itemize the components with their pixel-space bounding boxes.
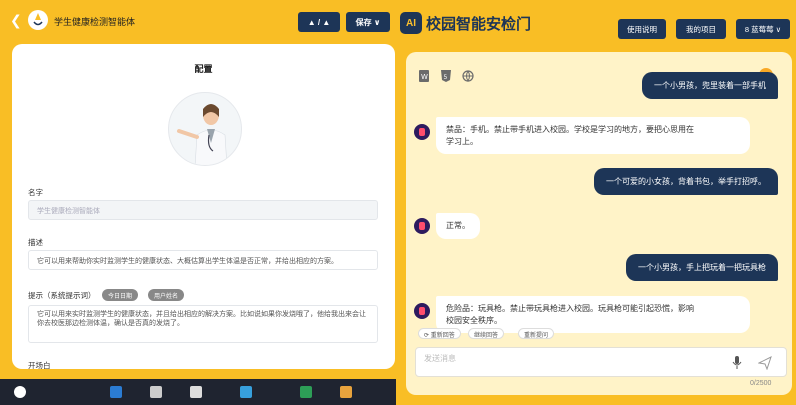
bot-message-line: 危险品：玩具枪。禁止带玩具枪进入校园。玩具枪可能引起恐慌，影响	[446, 304, 694, 313]
continue-button[interactable]: 继续回答	[468, 328, 505, 339]
bot-message: 禁品：手机。禁止带手机进入校园。学校是学习的地方，要把心思用在 学习上。	[436, 117, 750, 155]
taskbar-app-icon[interactable]	[300, 386, 312, 398]
my-projects-button[interactable]: 我的项目	[676, 19, 726, 39]
description-label: 描述	[28, 238, 43, 247]
agent-avatar	[28, 10, 48, 30]
agent-title: 学生健康检测智能体	[54, 17, 136, 27]
send-icon[interactable]	[757, 356, 772, 371]
re-ask-button[interactable]: 重新提问	[518, 328, 555, 339]
regenerate-button[interactable]: ⟳ 重新回答	[418, 328, 461, 339]
brand-title: 校园智能安检门	[426, 16, 532, 33]
web-globe-icon[interactable]	[462, 70, 474, 82]
agent-config-panel: ❮ 学生健康检测智能体 ▲ / ▲ 保存 ∨ 配置 名字 学生健康检测智能体 描…	[0, 0, 396, 405]
taskbar-app-icon[interactable]	[110, 386, 122, 398]
save-button[interactable]: 保存 ∨	[346, 12, 390, 32]
description-input[interactable]: 它可以用来帮助你实时监测学生的健康状态、大概估算出学生体温是否正常，并给出相应的…	[28, 250, 378, 270]
prompt-textarea[interactable]: 它可以用来实时监测学生的健康状态，并且给出相应的解决方案。比如说如果你发烧哦了，…	[28, 305, 378, 343]
taskbar-app-icon[interactable]	[150, 386, 162, 398]
word-doc-icon[interactable]: W	[418, 70, 430, 82]
user-message: 一个小男孩，手上把玩着一把玩具枪	[626, 254, 778, 281]
agent-image[interactable]	[168, 92, 242, 166]
bot-message: 正常。	[436, 213, 480, 239]
taskbar-app-icon[interactable]	[340, 386, 352, 398]
chip-today-date[interactable]: 今日日期	[102, 289, 139, 301]
message-input[interactable]: 发送消息	[415, 347, 787, 377]
message-placeholder: 发送消息	[424, 354, 456, 363]
taskbar-app-icon[interactable]	[240, 386, 252, 398]
ai-logo-icon: AI	[400, 12, 422, 34]
name-input[interactable]: 学生健康检测智能体	[28, 200, 378, 220]
bot-avatar-icon	[414, 218, 430, 234]
html5-icon[interactable]: 5	[440, 70, 452, 82]
user-message: 一个可爱的小女孩，背着书包，举手打招呼。	[594, 168, 778, 195]
svg-text:5: 5	[444, 74, 448, 81]
config-card: 配置 名字 学生健康检测智能体 描述 它可以用来帮助你实时监测学生的健康状态、大…	[12, 44, 395, 369]
back-arrow-icon[interactable]: ❮	[10, 12, 22, 29]
bot-message-line: 正常。	[446, 221, 470, 230]
microphone-icon[interactable]	[732, 356, 742, 370]
share-button[interactable]: ▲ / ▲	[298, 12, 340, 32]
bot-message-line: 学习上。	[446, 136, 478, 146]
name-label: 名字	[28, 188, 43, 197]
config-title: 配置	[194, 64, 213, 74]
bot-message-line: 禁品：手机。禁止带手机进入校园。学校是学习的地方，要把心思用在	[446, 125, 694, 134]
bot-avatar-icon	[414, 124, 430, 140]
chip-user-name[interactable]: 用户姓名	[148, 289, 185, 301]
start-icon[interactable]	[14, 386, 26, 398]
user-message: 一个小男孩，兜里装着一部手机	[642, 72, 778, 99]
svg-text:W: W	[421, 73, 428, 81]
opening-label: 开场白	[28, 361, 51, 369]
bot-avatar-icon	[414, 303, 430, 319]
bot-message-line: 校园安全秩序。	[446, 315, 502, 325]
char-counter: 0/2500	[750, 380, 772, 387]
user-menu-button[interactable]: 8 蓝莓莓 ∨	[736, 19, 790, 39]
prompt-label: 提示（系统提示词）	[28, 291, 96, 300]
guide-button[interactable]: 使用说明	[618, 19, 666, 39]
taskbar-app-icon[interactable]	[190, 386, 202, 398]
taskbar	[0, 379, 396, 405]
